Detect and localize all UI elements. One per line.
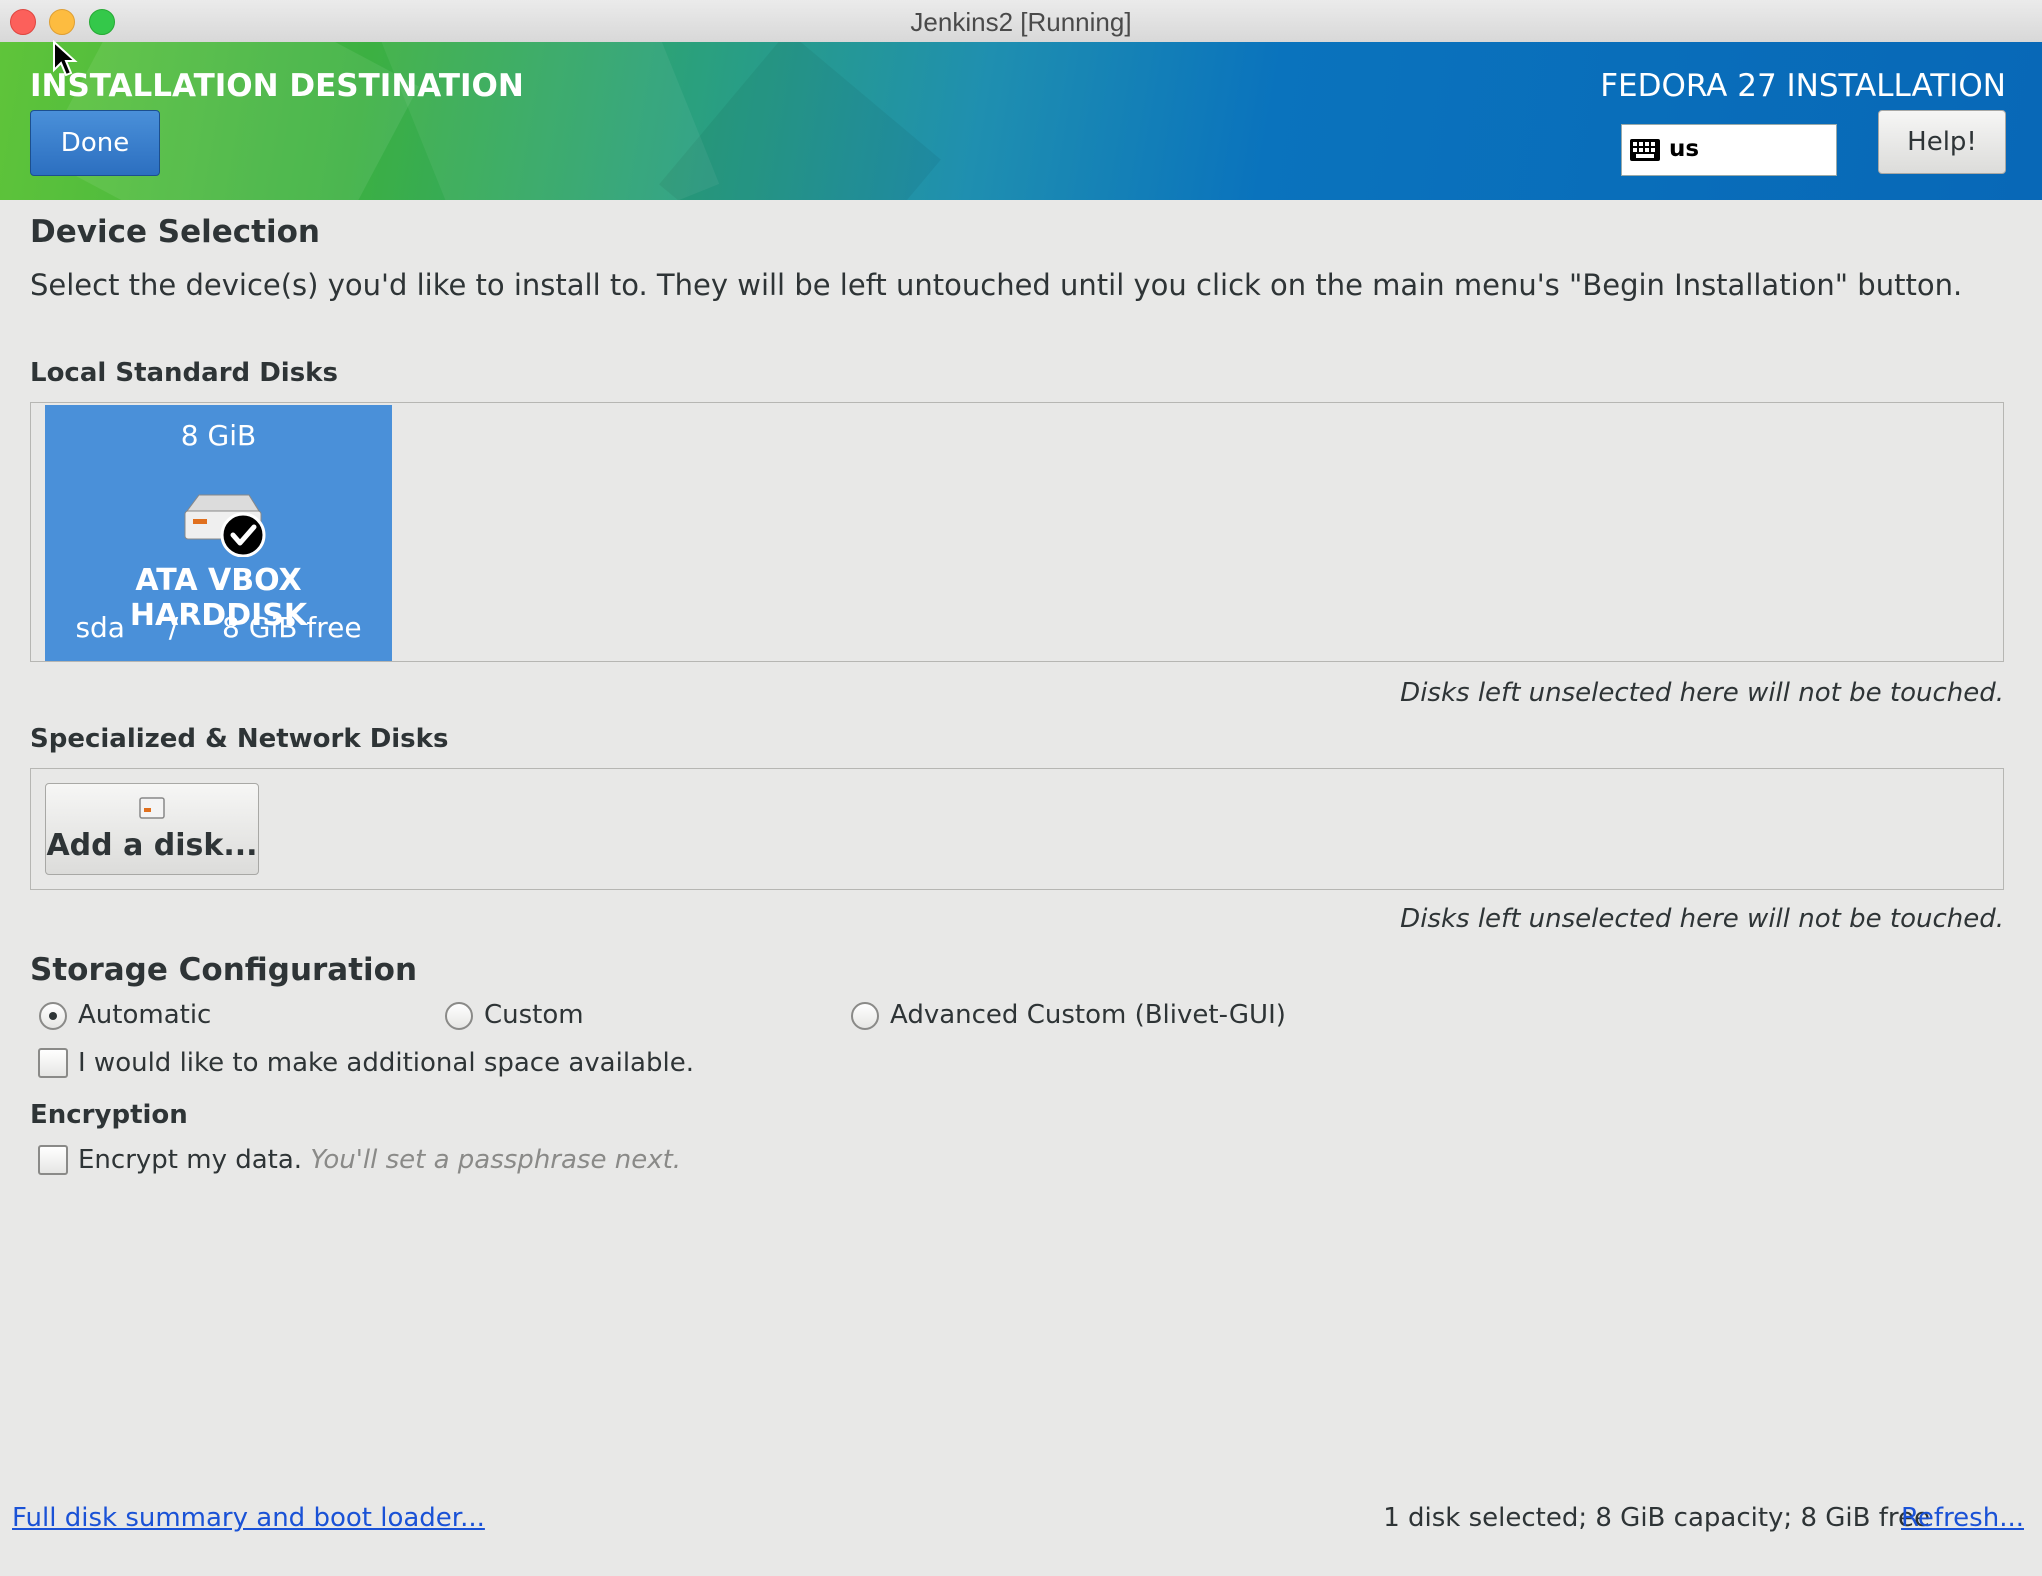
storage-configuration-title: Storage Configuration: [30, 952, 418, 988]
disk-tile-sda[interactable]: 8 GiB ATA VBOX HARDDISK sda / 8 GiB free: [45, 405, 392, 661]
done-button[interactable]: Done: [30, 110, 160, 176]
device-selection-title: Device Selection: [30, 214, 320, 250]
disk-size: 8 GiB: [180, 419, 257, 452]
add-disk-button[interactable]: Add a disk...: [45, 783, 259, 875]
window-title: Jenkins2 [Running]: [910, 7, 1132, 37]
disk-free-space: 8 GiB free: [222, 611, 362, 644]
harddisk-checked-icon: [184, 494, 266, 557]
encrypt-label: Encrypt my data.: [78, 1145, 303, 1175]
page-title: INSTALLATION DESTINATION: [30, 68, 524, 104]
add-disk-label: Add a disk...: [46, 828, 258, 863]
specialized-disks-note: Disks left unselected here will not be t…: [1400, 904, 2004, 934]
keyboard-layout-value: us: [1669, 136, 1700, 162]
local-disks-title: Local Standard Disks: [30, 358, 338, 388]
disk-separator: /: [168, 611, 179, 644]
specialized-disks-title: Specialized & Network Disks: [30, 724, 449, 754]
encrypt-label-row[interactable]: Encrypt my data. You'll set a passphrase…: [78, 1145, 681, 1175]
additional-space-label[interactable]: I would like to make additional space av…: [78, 1048, 694, 1078]
radio-automatic[interactable]: [39, 1002, 67, 1030]
disk-selection-status: 1 disk selected; 8 GiB capacity; 8 GiB f…: [1383, 1503, 1930, 1533]
disk-device: sda: [75, 611, 125, 644]
mouse-cursor-icon: [53, 40, 78, 77]
radio-custom-label[interactable]: Custom: [484, 1000, 584, 1030]
window-titlebar: Jenkins2 [Running]: [0, 0, 2042, 43]
radio-custom[interactable]: [445, 1002, 473, 1030]
device-selection-description: Select the device(s) you'd like to insta…: [30, 268, 1963, 302]
specialized-disks-panel: Add a disk...: [30, 768, 2004, 890]
disk-add-icon: [139, 797, 165, 819]
radio-advanced-custom[interactable]: [851, 1002, 879, 1030]
local-disks-panel: 8 GiB ATA VBOX HARDDISK sda / 8 GiB free: [30, 402, 2004, 662]
keyboard-layout-indicator[interactable]: us: [1621, 124, 1837, 176]
encryption-title: Encryption: [30, 1100, 188, 1130]
encrypt-hint: You'll set a passphrase next.: [310, 1145, 682, 1175]
full-disk-summary-link[interactable]: Full disk summary and boot loader...: [12, 1503, 485, 1533]
installer-header: INSTALLATION DESTINATION FEDORA 27 INSTA…: [0, 42, 2042, 200]
disk-details: sda / 8 GiB free: [45, 611, 392, 644]
keyboard-icon: [1630, 139, 1660, 161]
additional-space-checkbox[interactable]: [38, 1048, 68, 1078]
refresh-link[interactable]: Refresh...: [1901, 1503, 2024, 1533]
help-button[interactable]: Help!: [1878, 110, 2006, 174]
product-title: FEDORA 27 INSTALLATION: [1600, 68, 2006, 104]
radio-automatic-label[interactable]: Automatic: [78, 1000, 211, 1030]
local-disks-note: Disks left unselected here will not be t…: [1400, 678, 2004, 708]
encrypt-checkbox[interactable]: [38, 1145, 68, 1175]
radio-advanced-custom-label[interactable]: Advanced Custom (Blivet-GUI): [890, 1000, 1286, 1030]
